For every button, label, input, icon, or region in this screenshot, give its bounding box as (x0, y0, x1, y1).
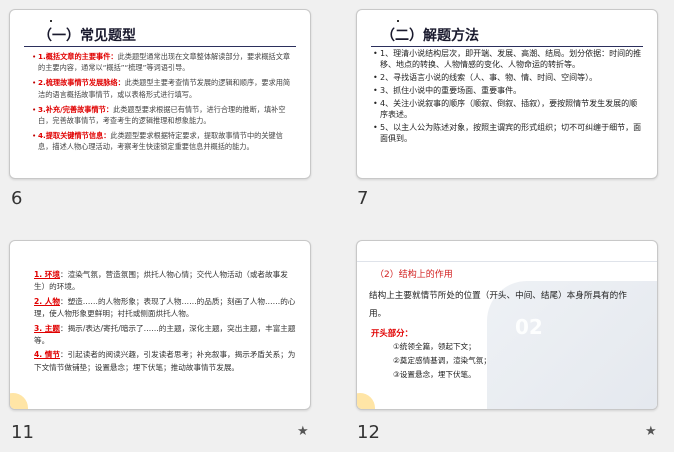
slide-title: （二）解题方法 (381, 28, 479, 44)
slide-thumbnail-6[interactable]: （一）常见题型 • 1.概括文章的主要事件：此类题型通常出现在文章整体解读部分，要… (9, 9, 311, 179)
decor-dot (50, 20, 52, 22)
title-divider (371, 46, 643, 47)
list-item: • 5、以主人公为陈述对象，按照主谓宾的形式组织；切不可纠缠于细节，面面俱到。 (373, 123, 642, 143)
slide-thumbnail-11[interactable]: 1. 环境：渲染气氛，营造氛围；烘托人物心情；交代人物活动（或者故事发生）的环境… (9, 240, 311, 410)
list-item: • 2、寻找语言小说的线索（人、事、物、情、时间、空间等）。 (373, 73, 598, 82)
slide-number: 11 (11, 422, 34, 443)
bullet-list: • 1、理清小说结构层次，即开端、发展、高潮、结局。划分依据：时间的推移、地点的转… (373, 48, 643, 146)
list-item: ①统领全篇，领起下文； (393, 342, 476, 351)
numbered-list: ①统领全篇，领起下文； ②奠定感情基调，渲染气氛； ③设置悬念，埋下伏笔。 (393, 340, 491, 382)
slide-number: 6 (11, 188, 23, 209)
list-item: 4. 情节：引起读者的阅读兴趣，引发读者思考；补充叙事，揭示矛盾关系；为下文情节… (34, 350, 296, 372)
bullet-list: 1. 环境：渲染气氛，营造氛围；烘托人物心情；交代人物活动（或者故事发生）的环境… (34, 269, 296, 376)
slide-subtitle: （2）结构上的作用 (375, 270, 453, 280)
title-divider (357, 261, 657, 262)
decor-corner (357, 393, 375, 409)
list-item: • 2.梳理故事情节发展脉络：此类题型主要考查情节发展的逻辑和顺序，要求用简洁的语… (32, 78, 291, 99)
list-item: • 3、抓住小说中的重要场面、重要事件。 (373, 86, 522, 95)
decor-corner (10, 393, 28, 409)
list-item: ③设置悬念，埋下伏笔。 (393, 370, 476, 379)
slide-thumbnail-7[interactable]: （二）解题方法 • 1、理清小说结构层次，即开端、发展、高潮、结局。划分依据：时间… (356, 9, 658, 179)
slide-title: （一）常见题型 (38, 28, 136, 44)
slide-thumbnail-12[interactable]: 02 （2）结构上的作用 结构上主要就情节所处的位置（开头、中间、结尾）本身所具… (356, 240, 658, 410)
bullet-list: • 1.概括文章的主要事件：此类题型通常出现在文章整体解读部分，要求概括文章的主要… (32, 51, 294, 157)
slide-number: 12 (357, 422, 380, 443)
title-divider (24, 46, 296, 47)
decor-dot (397, 20, 399, 22)
list-item: • 4.提取关键情节信息：此类题型要求根据特定要求，提取故事情节中的关键信息，描述… (32, 131, 283, 152)
slide-number: 7 (357, 188, 369, 209)
star-icon[interactable]: ★ (297, 424, 309, 439)
list-item: 1. 环境：渲染气氛，营造氛围；烘托人物心情；交代人物活动（或者故事发生）的环境… (34, 270, 288, 292)
list-item: • 1.概括文章的主要事件：此类题型通常出现在文章整体解读部分，要求概括文章的主要… (32, 52, 291, 73)
list-item: ②奠定感情基调，渲染气氛； (393, 356, 491, 365)
list-item: 3. 主题：揭示/表达/寄托/暗示了……的主题，深化主题，突出主题，丰富主题等。 (34, 323, 296, 346)
list-item: 2. 人物：塑造……的人物形象；表现了人物……的品质；刻画了人物……的心理，使人… (34, 296, 296, 319)
list-item: • 3.补充/完善故事情节：此类题型要求根据已有情节，进行合理的推断，填补空白，完… (32, 104, 286, 126)
list-item: • 4、关注小说叙事的顺序（顺叙、倒叙、插叙），要按照情节发生发展的顺序表述。 (373, 99, 638, 119)
list-item: • 1、理清小说结构层次，即开端、发展、高潮、结局。划分依据：时间的推移、地点的转… (373, 49, 642, 69)
star-icon[interactable]: ★ (645, 424, 657, 439)
section-label: 开头部分： (371, 328, 413, 338)
slide-paragraph: 结构上主要就情节所处的位置（开头、中间、结尾）本身所具有的作用。 (369, 291, 627, 319)
